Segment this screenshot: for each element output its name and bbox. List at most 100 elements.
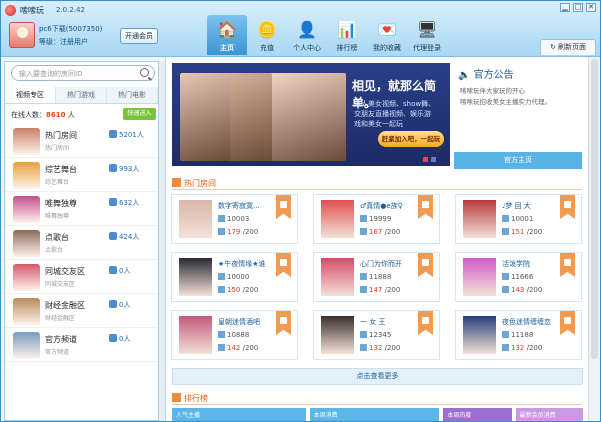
category-sub: 财经金融区 — [45, 315, 76, 322]
house-icon — [360, 331, 367, 338]
category-item[interactable]: 官方频道 官方频道 0人 — [5, 328, 158, 362]
room-occupancy: 142 /200 — [218, 344, 258, 352]
room-occupancy: 132 /200 — [502, 344, 542, 352]
official-home-button[interactable]: 官方主页 — [454, 152, 582, 169]
rank-tab[interactable]: 最新会员消费 — [515, 408, 583, 421]
bookmark-ribbon-icon[interactable] — [276, 195, 291, 219]
bookmark-ribbon-icon[interactable] — [560, 253, 575, 277]
bookmark-ribbon-icon[interactable] — [418, 195, 433, 219]
header: 嗦嗦玩 2.0.2.42 ▁ □ ✕ pc6下载(5007350) 等级：注册用… — [1, 1, 600, 57]
scrollbar-thumb[interactable] — [591, 59, 598, 359]
titlebar: 嗦嗦玩 2.0.2.42 — [5, 3, 85, 17]
person-icon — [502, 344, 509, 351]
nav-item[interactable]: 🖥 代理登录 — [407, 15, 447, 55]
bookmark-ribbon-icon[interactable] — [560, 311, 575, 335]
category-sub: 唯舞独尊 — [45, 213, 70, 220]
room-card[interactable]: 皇朝迷情酒吧 10888 142 /200 — [171, 310, 298, 360]
room-occupancy: 143 /200 — [502, 286, 542, 294]
main-scrollbar[interactable] — [588, 57, 600, 421]
bookmark-ribbon-icon[interactable] — [560, 195, 575, 219]
category-item[interactable]: 同城交友区 同城交友区 0人 — [5, 260, 158, 294]
person-icon — [360, 228, 367, 235]
tab-movies[interactable]: 热门电影 — [107, 87, 158, 103]
room-thumbnail — [463, 316, 496, 354]
pager-dot[interactable] — [423, 157, 428, 162]
notice-line: 嗦嗦玩伴大家玩的开心 — [460, 87, 525, 95]
room-card[interactable]: ♂真情●e族♀ 19999 167 /200 — [313, 194, 440, 244]
person-icon — [109, 164, 117, 172]
notice-line: 嗦嗦玩招收美女主播实力代理。 — [460, 98, 551, 106]
maximize-icon[interactable]: □ — [573, 3, 583, 12]
room-id: 11666 — [502, 273, 533, 281]
banner-join-button[interactable]: 赶紧加入吧，一起玩 — [378, 131, 444, 147]
nav-item[interactable]: 💌 我的收藏 — [367, 15, 407, 55]
nav-item[interactable]: 📊 排行榜 — [327, 15, 367, 55]
rank-tab[interactable]: 本周热度 — [443, 408, 512, 421]
quick-enter-button[interactable]: 快速进入 — [123, 108, 156, 120]
room-thumbnail — [179, 258, 212, 296]
room-card[interactable]: 心门为你而开 11888 147 /200 — [313, 252, 440, 302]
room-card[interactable]: ♩梦 回 大 10001 151 /200 — [455, 194, 582, 244]
category-item[interactable]: 唯舞独尊 唯舞独尊 632人 — [5, 192, 158, 226]
category-sub: 官方频道 — [45, 349, 70, 356]
category-item[interactable]: 综艺舞台 综艺舞台 993人 — [5, 158, 158, 192]
search-icon[interactable] — [140, 68, 149, 77]
category-name: 官方频道 — [45, 335, 77, 344]
banner-photo — [268, 73, 346, 161]
view-more-button[interactable]: 点击查看更多 — [172, 368, 583, 385]
category-item[interactable]: 财经金融区 财经金融区 0人 — [5, 294, 158, 328]
tab-video[interactable]: 视频专区 — [5, 87, 56, 103]
bookmark-ribbon-icon[interactable] — [418, 311, 433, 335]
category-count: 0人 — [109, 266, 130, 276]
rank-tab[interactable]: 本周消费 — [309, 408, 440, 421]
pager-dot[interactable] — [431, 157, 436, 162]
nav-label: 排行榜 — [336, 44, 358, 52]
person-icon — [502, 286, 509, 293]
notice-title: 🔈 官方公告 — [458, 70, 514, 81]
bookmark-ribbon-icon[interactable] — [418, 253, 433, 277]
category-item[interactable]: 热门房间 热门房间 5201人 — [5, 124, 158, 158]
search-input[interactable]: 输入要查询的房间ID — [11, 65, 155, 81]
close-icon[interactable]: ✕ — [586, 3, 596, 12]
banner-pager — [423, 157, 436, 162]
room-name: ♩梦 回 大 — [502, 202, 531, 210]
room-card[interactable]: ★午夜情缘★谁 10000 150 /200 — [171, 252, 298, 302]
room-card[interactable]: 一 女 王 12345 132 /200 — [313, 310, 440, 360]
app-version: 2.0.2.42 — [56, 6, 85, 14]
room-card[interactable]: 夜色迷情缠缠恋 11188 132 /200 — [455, 310, 582, 360]
tab-games[interactable]: 热门游戏 — [56, 87, 107, 103]
divider — [172, 404, 582, 405]
category-name: 热门房间 — [45, 131, 77, 140]
promo-banner[interactable]: 相见，就那么简单。 真人美女视频、show舞、 交朋友直播视频、娱乐游 戏和美女… — [172, 63, 450, 166]
nav-item[interactable]: 👤 个人中心 — [287, 15, 327, 55]
app-logo-icon — [5, 4, 16, 16]
category-name: 综艺舞台 — [45, 165, 77, 174]
person-icon — [218, 344, 225, 351]
category-count: 0人 — [109, 334, 130, 344]
rank-tab[interactable]: 人气主播 — [172, 408, 306, 421]
person-icon — [109, 198, 117, 206]
category-thumb — [13, 162, 40, 189]
room-name: 一 女 王 — [360, 318, 386, 326]
room-card[interactable]: 活泼学院 11666 143 /200 — [455, 252, 582, 302]
category-thumb — [13, 196, 40, 223]
room-occupancy: 179 /200 — [218, 228, 258, 236]
bookmark-ribbon-icon[interactable] — [276, 253, 291, 277]
room-id: 10001 — [502, 215, 533, 223]
category-item[interactable]: 点歌台 点歌台 424人 — [5, 226, 158, 260]
minimize-icon[interactable]: ▁ — [560, 3, 570, 12]
room-occupancy: 150 /200 — [218, 286, 258, 294]
divider — [172, 189, 582, 190]
bookmark-ribbon-icon[interactable] — [276, 311, 291, 335]
nav-item[interactable]: 🏠 主页 — [207, 15, 247, 55]
open-vip-button[interactable]: 开通会员 — [120, 28, 158, 44]
category-thumb — [13, 264, 40, 291]
room-id: 11188 — [502, 331, 533, 339]
room-id: 12345 — [360, 331, 391, 339]
room-thumbnail — [179, 200, 212, 238]
refresh-button[interactable]: ↻ 刷新页面 — [540, 39, 596, 55]
room-card[interactable]: 数字寄寂寞... 10003 179 /200 — [171, 194, 298, 244]
avatar[interactable] — [9, 22, 35, 48]
nav-item[interactable]: 🪙 充值 — [247, 15, 287, 55]
room-occupancy: 132 /200 — [360, 344, 400, 352]
